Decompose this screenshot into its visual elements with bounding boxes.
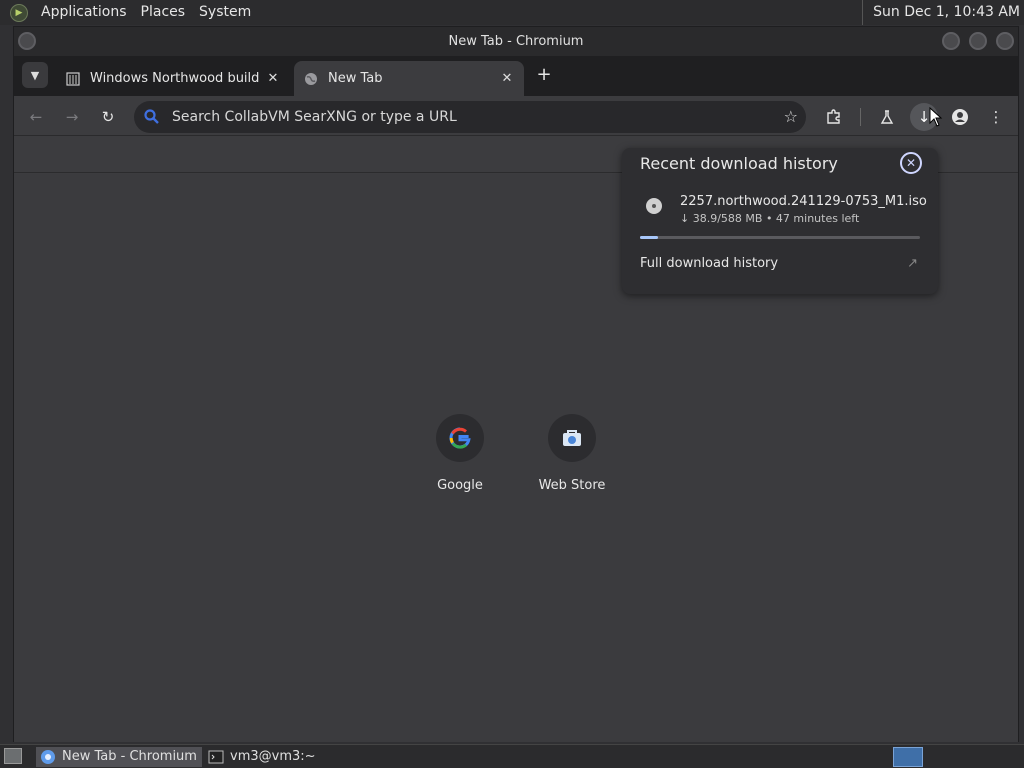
disc-icon	[646, 198, 662, 214]
task-chromium[interactable]: New Tab - Chromium	[36, 747, 202, 767]
tray-chromium-icon[interactable]	[893, 747, 923, 767]
system-logo-icon[interactable]: ▶	[10, 3, 28, 22]
plus-icon: +	[536, 64, 552, 85]
window-menu-button[interactable]	[18, 32, 36, 50]
arrow-right-icon: →	[65, 108, 79, 126]
shortcut-label: Google	[437, 478, 483, 493]
omnibox-placeholder: Search CollabVM SearXNG or type a URL	[172, 109, 457, 125]
maximize-button[interactable]	[969, 32, 987, 50]
menu-applications[interactable]: Applications	[34, 0, 134, 25]
download-file-name[interactable]: 2257.northwood.241129-0753_M1.iso	[680, 194, 927, 209]
shortcut-web-store[interactable]: Web Store	[522, 414, 622, 493]
external-link-icon[interactable]: ↗	[907, 256, 918, 271]
shortcut-label: Web Store	[538, 478, 606, 493]
download-bubble-title: Recent download history	[640, 154, 838, 173]
top-panel: ▶ Applications Places System Sun Dec 1, …	[0, 0, 1024, 25]
close-tab-icon[interactable]: ✕	[498, 71, 516, 86]
shortcut-google[interactable]: Google	[410, 414, 510, 493]
clock[interactable]: Sun Dec 1, 10:43 AM	[862, 0, 1020, 25]
globe-icon	[304, 72, 318, 86]
extensions-button[interactable]	[822, 105, 846, 129]
show-desktop-icon[interactable]	[4, 748, 22, 764]
menu-places[interactable]: Places	[134, 0, 193, 25]
labs-button[interactable]	[875, 105, 899, 129]
bookmark-star-icon[interactable]: ☆	[784, 107, 798, 126]
avatar-icon	[952, 109, 968, 125]
browser-toolbar: ← → ↻ Search CollabVM SearXNG or type a …	[14, 96, 1018, 136]
minimize-button[interactable]	[942, 32, 960, 50]
chevron-down-icon: ▼	[30, 68, 40, 82]
window-title: New Tab - Chromium	[448, 34, 584, 49]
back-button[interactable]: ←	[24, 105, 48, 129]
tab-new-tab[interactable]: New Tab ✕	[294, 61, 524, 96]
search-icon	[144, 109, 159, 124]
download-bubble: Recent download history ✕ 2257.northwood…	[622, 148, 938, 294]
reload-button[interactable]: ↻	[96, 105, 120, 129]
flask-icon	[880, 110, 894, 124]
chromium-icon	[41, 750, 55, 764]
new-tab-button[interactable]: +	[532, 64, 556, 88]
taskbar: New Tab - Chromium vm3@vm3:~	[0, 744, 1024, 768]
tab-label: Windows Northwood build 2	[90, 71, 264, 86]
tab-windows-northwood[interactable]: Windows Northwood build 2 ✕	[56, 61, 290, 96]
task-label: New Tab - Chromium	[62, 749, 197, 764]
mouse-cursor-icon	[929, 107, 943, 127]
toolbar-separator	[860, 108, 861, 126]
omnibox[interactable]: Search CollabVM SearXNG or type a URL ☆	[134, 101, 806, 133]
tab-search-button[interactable]: ▼	[22, 62, 48, 88]
full-download-history-link[interactable]: Full download history	[640, 256, 778, 271]
download-progress-fill	[640, 236, 659, 239]
puzzle-icon	[827, 109, 840, 124]
arrow-left-icon: ←	[29, 108, 43, 126]
task-label: vm3@vm3:~	[230, 749, 316, 764]
kebab-menu-icon: ⋮	[988, 108, 1004, 126]
close-icon[interactable]: ✕	[900, 152, 922, 174]
download-status: ↓ 38.9/588 MB • 47 minutes left	[680, 212, 860, 225]
tab-label: New Tab	[328, 71, 383, 86]
web-store-icon	[548, 414, 596, 462]
forward-button[interactable]: →	[60, 105, 84, 129]
close-tab-icon[interactable]: ✕	[264, 71, 282, 86]
browser-window: New Tab - Chromium ▼ Windows Northwood b…	[13, 26, 1019, 742]
menu-system[interactable]: System	[192, 0, 258, 25]
close-window-button[interactable]	[996, 32, 1014, 50]
menu-button[interactable]: ⋮	[984, 105, 1008, 129]
tab-strip: ▼ Windows Northwood build 2 ✕ New Tab ✕ …	[14, 56, 1018, 96]
reload-icon: ↻	[101, 108, 115, 126]
download-progress-bar	[640, 236, 920, 239]
window-titlebar[interactable]: New Tab - Chromium	[14, 27, 1018, 56]
google-icon	[436, 414, 484, 462]
task-terminal[interactable]: vm3@vm3:~	[204, 747, 370, 767]
terminal-icon	[208, 750, 224, 764]
profile-button[interactable]	[948, 105, 972, 129]
archive-icon	[66, 71, 80, 86]
